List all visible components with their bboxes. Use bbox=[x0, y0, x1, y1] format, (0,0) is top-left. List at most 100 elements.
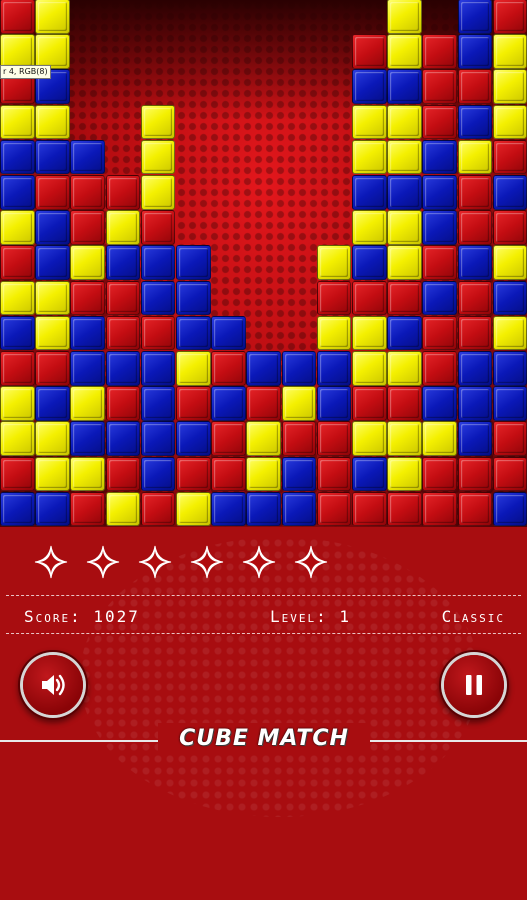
cube-yellow[interactable] bbox=[176, 491, 211, 527]
cube-yellow[interactable] bbox=[35, 104, 70, 140]
cube-yellow[interactable] bbox=[35, 315, 70, 351]
cube-blue[interactable] bbox=[281, 491, 317, 527]
cube-red[interactable] bbox=[457, 280, 493, 316]
cube-yellow[interactable] bbox=[0, 280, 35, 316]
cube-red[interactable] bbox=[176, 386, 211, 421]
cube-blue[interactable] bbox=[140, 351, 176, 386]
pause-button[interactable] bbox=[444, 655, 504, 715]
cube-blue[interactable] bbox=[0, 139, 35, 175]
cube-yellow[interactable] bbox=[176, 351, 211, 386]
cube-blue[interactable] bbox=[316, 386, 352, 421]
cube-blue[interactable] bbox=[0, 175, 35, 210]
cube-blue[interactable] bbox=[70, 315, 105, 351]
cube-yellow[interactable] bbox=[352, 104, 387, 140]
cube-blue[interactable] bbox=[492, 386, 527, 421]
cube-red[interactable] bbox=[281, 421, 317, 456]
cube-red[interactable] bbox=[422, 491, 457, 527]
cube-blue[interactable] bbox=[0, 491, 35, 527]
cube-yellow[interactable] bbox=[492, 104, 527, 140]
cube-red[interactable] bbox=[70, 210, 105, 245]
cube-red[interactable] bbox=[422, 315, 457, 351]
cube-blue[interactable] bbox=[70, 421, 105, 456]
cube-yellow[interactable] bbox=[352, 315, 387, 351]
cube-blue[interactable] bbox=[352, 456, 387, 492]
cube-yellow[interactable] bbox=[387, 421, 422, 456]
cube-blue[interactable] bbox=[316, 351, 352, 386]
sound-button[interactable] bbox=[23, 655, 83, 715]
cube-yellow[interactable] bbox=[492, 245, 527, 280]
cube-red[interactable] bbox=[0, 0, 35, 34]
cube-yellow[interactable] bbox=[70, 245, 105, 280]
cube-yellow[interactable] bbox=[457, 139, 493, 175]
cube-yellow[interactable] bbox=[0, 34, 35, 69]
cube-blue[interactable] bbox=[422, 175, 457, 210]
cube-red[interactable] bbox=[422, 34, 457, 69]
cube-blue[interactable] bbox=[387, 69, 422, 104]
cube-blue[interactable] bbox=[281, 456, 317, 492]
cube-yellow[interactable] bbox=[35, 34, 70, 69]
cube-blue[interactable] bbox=[35, 139, 70, 175]
cube-blue[interactable] bbox=[176, 421, 211, 456]
cube-red[interactable] bbox=[140, 491, 176, 527]
cube-yellow[interactable] bbox=[316, 315, 352, 351]
cube-red[interactable] bbox=[140, 315, 176, 351]
cube-yellow[interactable] bbox=[387, 139, 422, 175]
cube-red[interactable] bbox=[105, 386, 141, 421]
cube-yellow[interactable] bbox=[140, 175, 176, 210]
cube-red[interactable] bbox=[211, 456, 246, 492]
cube-blue[interactable] bbox=[140, 280, 176, 316]
cube-red[interactable] bbox=[246, 386, 281, 421]
cube-yellow[interactable] bbox=[140, 104, 176, 140]
cube-red[interactable] bbox=[492, 456, 527, 492]
cube-red[interactable] bbox=[211, 351, 246, 386]
cube-blue[interactable] bbox=[422, 280, 457, 316]
cube-red[interactable] bbox=[492, 139, 527, 175]
cube-red[interactable] bbox=[422, 245, 457, 280]
cube-blue[interactable] bbox=[492, 351, 527, 386]
cube-yellow[interactable] bbox=[492, 34, 527, 69]
cube-yellow[interactable] bbox=[140, 139, 176, 175]
cube-red[interactable] bbox=[422, 69, 457, 104]
cube-blue[interactable] bbox=[492, 280, 527, 316]
cube-yellow[interactable] bbox=[352, 210, 387, 245]
cube-red[interactable] bbox=[316, 421, 352, 456]
cube-yellow[interactable] bbox=[387, 0, 422, 34]
cube-red[interactable] bbox=[457, 491, 493, 527]
cube-yellow[interactable] bbox=[492, 69, 527, 104]
cube-blue[interactable] bbox=[457, 245, 493, 280]
cube-blue[interactable] bbox=[457, 386, 493, 421]
cube-blue[interactable] bbox=[387, 315, 422, 351]
cube-red[interactable] bbox=[140, 210, 176, 245]
cube-blue[interactable] bbox=[140, 386, 176, 421]
cube-yellow[interactable] bbox=[70, 386, 105, 421]
cube-red[interactable] bbox=[422, 104, 457, 140]
cube-blue[interactable] bbox=[457, 0, 493, 34]
cube-blue[interactable] bbox=[422, 386, 457, 421]
cube-red[interactable] bbox=[352, 280, 387, 316]
cube-blue[interactable] bbox=[457, 104, 493, 140]
cube-red[interactable] bbox=[211, 421, 246, 456]
cube-yellow[interactable] bbox=[387, 456, 422, 492]
cube-blue[interactable] bbox=[35, 491, 70, 527]
cube-red[interactable] bbox=[176, 456, 211, 492]
cube-blue[interactable] bbox=[176, 245, 211, 280]
cube-red[interactable] bbox=[457, 315, 493, 351]
cube-red[interactable] bbox=[387, 491, 422, 527]
cube-blue[interactable] bbox=[352, 69, 387, 104]
cube-yellow[interactable] bbox=[387, 351, 422, 386]
cube-blue[interactable] bbox=[70, 351, 105, 386]
cube-yellow[interactable] bbox=[352, 421, 387, 456]
cube-blue[interactable] bbox=[492, 175, 527, 210]
cube-yellow[interactable] bbox=[0, 210, 35, 245]
cube-red[interactable] bbox=[422, 351, 457, 386]
cube-blue[interactable] bbox=[0, 315, 35, 351]
cube-blue[interactable] bbox=[281, 351, 317, 386]
cube-yellow[interactable] bbox=[0, 104, 35, 140]
cube-red[interactable] bbox=[352, 34, 387, 69]
cube-blue[interactable] bbox=[35, 245, 70, 280]
cube-red[interactable] bbox=[457, 175, 493, 210]
cube-blue[interactable] bbox=[492, 491, 527, 527]
cube-red[interactable] bbox=[457, 210, 493, 245]
cube-yellow[interactable] bbox=[105, 491, 141, 527]
cube-red[interactable] bbox=[387, 280, 422, 316]
